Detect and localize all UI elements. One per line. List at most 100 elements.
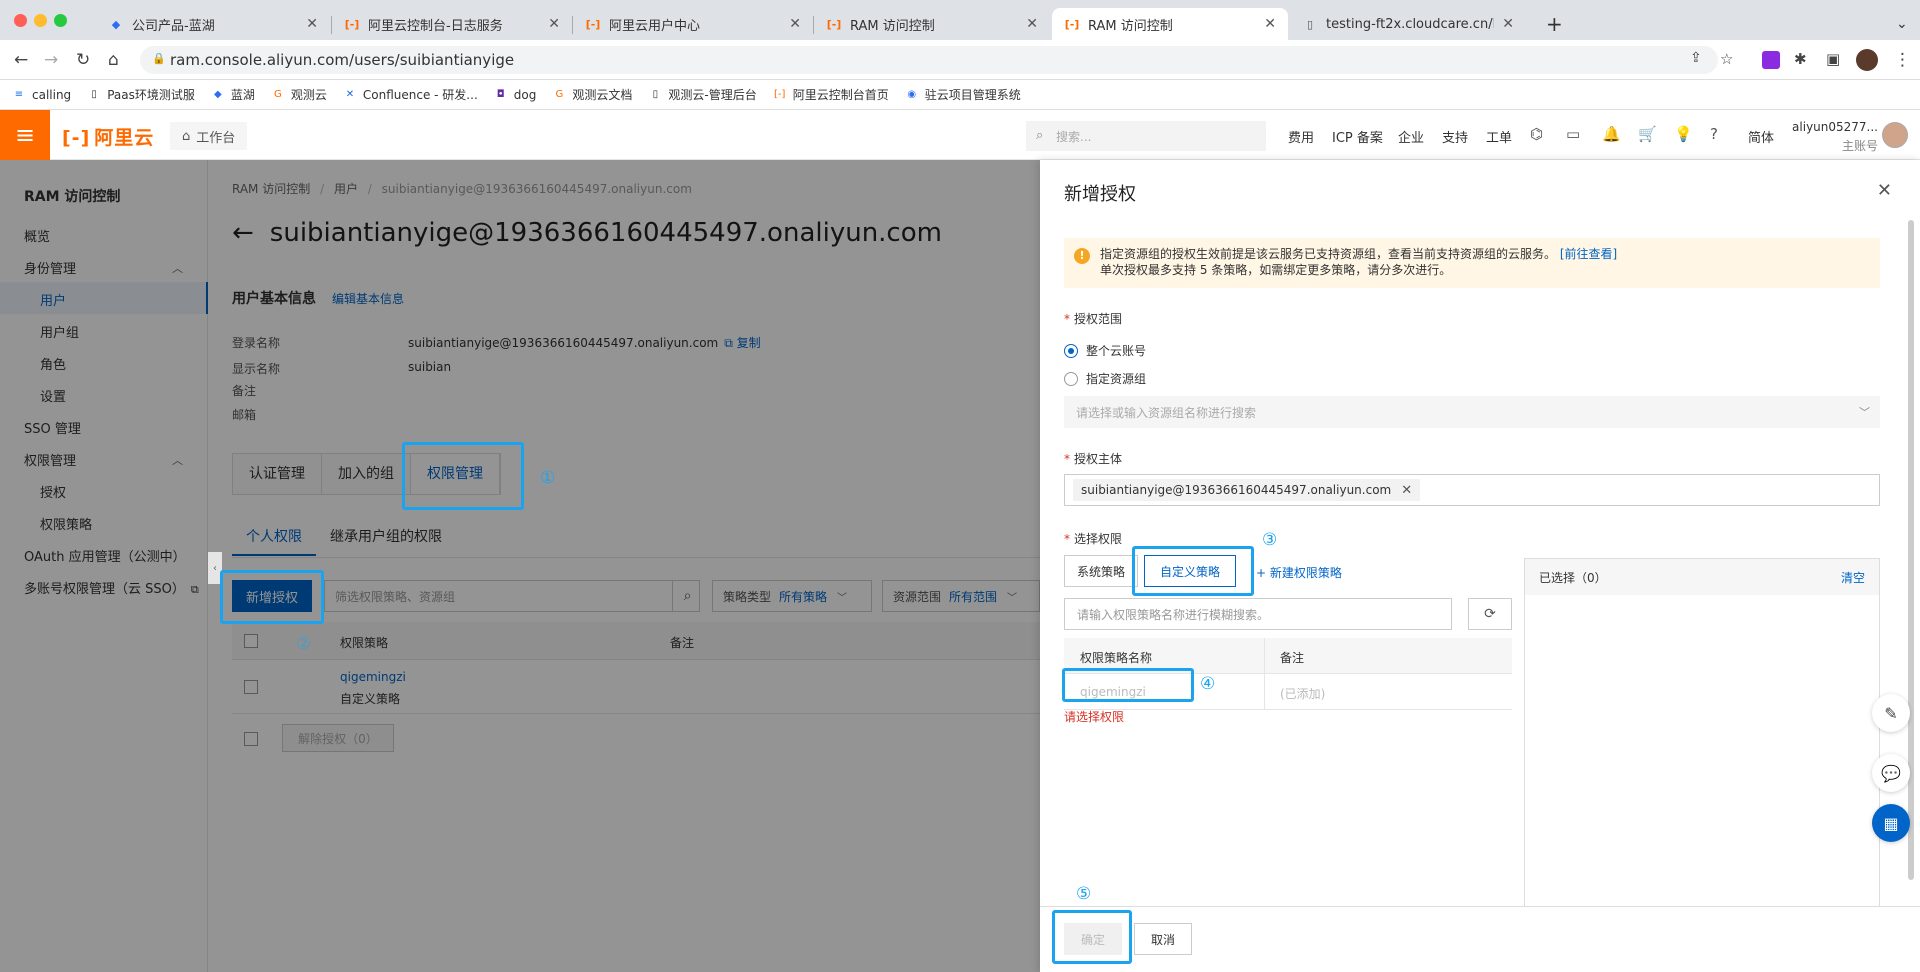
chevron-down-icon: ﹀ <box>1859 406 1870 419</box>
bookmark-item[interactable]: ▯ Paas环境测试服 <box>87 86 194 103</box>
permission-label: * 选择权限 <box>1064 532 1123 546</box>
kebab-menu-icon[interactable]: ⋮ <box>1894 50 1911 70</box>
help-icon[interactable]: ? <box>1710 125 1718 143</box>
step-number: ② <box>296 634 312 654</box>
drawer-scrollbar[interactable] <box>1908 220 1914 880</box>
bell-icon[interactable]: 🔔 <box>1602 125 1621 143</box>
browser-tab[interactable]: [-] 阿里云控制台-日志服务 ✕ <box>332 8 572 40</box>
highlight-permissions-tab <box>402 442 524 510</box>
puzzle-icon[interactable]: ✱ <box>1794 50 1807 68</box>
aliyun-favicon-icon: [-] <box>826 17 842 31</box>
tab-close-icon[interactable]: ✕ <box>1026 16 1038 32</box>
apps-grid-icon[interactable]: ▦ <box>1872 804 1910 842</box>
tab-close-icon[interactable]: ✕ <box>548 16 560 32</box>
close-icon[interactable]: ✕ <box>1877 180 1892 201</box>
extension-icon[interactable] <box>1762 51 1780 69</box>
code-icon[interactable]: ⌬ <box>1530 125 1543 143</box>
new-tab-button[interactable]: + <box>1534 8 1568 40</box>
step-number: ④ <box>1200 674 1216 694</box>
aliyun-logo[interactable]: [-] 阿里云 <box>62 123 154 150</box>
drawer-footer: 确定 取消 <box>1040 906 1920 972</box>
tag-close-icon[interactable]: ✕ <box>1401 483 1412 498</box>
tab-search-chevron-icon[interactable]: ⌄ <box>1884 8 1914 40</box>
home-icon[interactable]: ⌂ <box>108 50 119 70</box>
bulb-icon[interactable]: 💡 <box>1674 125 1693 143</box>
nav-icp[interactable]: ICP 备案 <box>1332 127 1383 146</box>
window-close-icon[interactable] <box>14 14 27 27</box>
nav-support[interactable]: 支持 <box>1442 127 1468 146</box>
browser-tab[interactable]: ▯ testing-ft2x.cloudcare.cn/login ✕ <box>1290 8 1526 40</box>
confluence-icon: ✕ <box>345 89 355 100</box>
profile-avatar[interactable] <box>1856 49 1878 71</box>
back-icon[interactable]: ← <box>14 50 28 70</box>
bookmark-item[interactable]: G 观测云文档 <box>552 86 632 103</box>
nav-fees[interactable]: 费用 <box>1288 127 1314 146</box>
nav-enterprise[interactable]: 企业 <box>1398 127 1424 146</box>
drawer-title: 新增授权 <box>1064 184 1136 205</box>
bookmark-item[interactable]: ✕ Confluence - 研发... <box>343 86 478 103</box>
notice-link[interactable]: [前往查看] <box>1560 247 1617 261</box>
console-search-input[interactable]: ⌕ 搜索... <box>1026 121 1266 151</box>
account-menu[interactable]: aliyun05277... 主账号 <box>1792 120 1878 154</box>
refresh-icon[interactable]: ⟳ <box>1468 598 1512 630</box>
forward-icon[interactable]: → <box>44 50 58 70</box>
cancel-button[interactable]: 取消 <box>1134 923 1192 955</box>
principal-field[interactable]: suibiantianyige@1936366160445497.onaliyu… <box>1064 474 1880 506</box>
browser-tab[interactable]: [-] RAM 访问控制 ✕ <box>814 8 1050 40</box>
lock-icon: 🔒 <box>152 52 166 65</box>
browser-tab[interactable]: [-] 阿里云用户中心 ✕ <box>573 8 813 40</box>
highlight-custom-policy <box>1132 546 1254 596</box>
bookmark-item[interactable]: [-] 阿里云控制台首页 <box>773 86 889 103</box>
share-icon[interactable]: ⇪ <box>1690 50 1702 66</box>
policy-remark: (已添加) <box>1280 687 1326 701</box>
cart-icon[interactable]: 🛒 <box>1638 125 1657 143</box>
bookmark-item[interactable]: G 观测云 <box>271 86 327 103</box>
sidepanel-icon[interactable]: ▣ <box>1826 50 1840 68</box>
datadog-icon: ◘ <box>496 89 505 100</box>
resource-group-select[interactable]: 请选择或输入资源组名称进行搜索 ﹀ <box>1064 396 1880 428</box>
highlight-add-grant <box>220 570 324 624</box>
avatar[interactable] <box>1882 122 1908 148</box>
bookmark-item[interactable]: ≡ calling <box>12 88 71 102</box>
bookmark-star-icon[interactable]: ☆ <box>1720 50 1733 68</box>
lanhu-favicon-icon: ◆ <box>111 17 121 31</box>
terminal-icon[interactable]: ▭ <box>1566 125 1580 143</box>
workbench-button[interactable]: ⌂ 工作台 <box>170 122 248 150</box>
reload-icon[interactable]: ↻ <box>76 50 90 70</box>
window-zoom-icon[interactable] <box>54 14 67 27</box>
browser-tab-active[interactable]: [-] RAM 访问控制 ✕ <box>1052 8 1288 40</box>
system-policy-tab[interactable]: 系统策略 <box>1064 555 1138 587</box>
new-policy-link[interactable]: + 新建权限策略 <box>1256 564 1342 581</box>
edit-feedback-icon[interactable]: ✎ <box>1872 694 1910 732</box>
clear-link[interactable]: 清空 <box>1841 569 1865 586</box>
document-favicon-icon: ▯ <box>1306 17 1314 31</box>
selected-title: 已选择（0） <box>1539 570 1607 585</box>
col-remark: 备注 <box>1280 651 1305 665</box>
principal-label: * 授权主体 <box>1064 452 1123 466</box>
radio-resource-group[interactable]: 指定资源组 <box>1064 370 1146 387</box>
bookmark-item[interactable]: ◆ 蓝湖 <box>211 86 255 103</box>
tab-close-icon[interactable]: ✕ <box>306 16 318 32</box>
bookmark-item[interactable]: ◉ 驻云项目管理系统 <box>905 86 1020 103</box>
window-minimize-icon[interactable] <box>34 14 47 27</box>
url-field[interactable]: 🔒 ram.console.aliyun.com/users/suibianti… <box>140 46 1718 74</box>
search-icon: ⌕ <box>1036 128 1044 143</box>
policy-search-input[interactable]: 请输入权限策略名称进行模糊搜索。 <box>1064 598 1452 630</box>
home-icon: ⌂ <box>182 128 191 144</box>
nav-ticket[interactable]: 工单 <box>1486 127 1512 146</box>
notice-banner: ! 指定资源组的授权生效前提是该云服务已支持资源组，查看当前支持资源组的云服务。… <box>1064 238 1880 288</box>
browser-tab[interactable]: ◆ 公司产品-蓝湖 ✕ <box>96 8 330 40</box>
chat-icon[interactable]: 💬 <box>1872 754 1910 792</box>
bookmark-item[interactable]: ◘ dog <box>494 88 537 102</box>
col-policy-name: 权限策略名称 <box>1080 651 1153 665</box>
aliyun-favicon-icon: [-] <box>585 17 601 31</box>
tab-close-icon[interactable]: ✕ <box>789 16 801 32</box>
bookmark-item[interactable]: ▯ 观测云-管理后台 <box>648 86 757 103</box>
radio-whole-account[interactable]: 整个云账号 <box>1064 342 1146 359</box>
language-switch[interactable]: 简体 <box>1748 127 1774 146</box>
hamburger-menu-icon[interactable]: ≡ <box>0 110 50 160</box>
tab-close-icon[interactable]: ✕ <box>1502 16 1514 32</box>
modal-overlay[interactable] <box>0 160 1040 972</box>
highlight-confirm <box>1052 910 1132 964</box>
tab-close-icon[interactable]: ✕ <box>1264 16 1276 32</box>
